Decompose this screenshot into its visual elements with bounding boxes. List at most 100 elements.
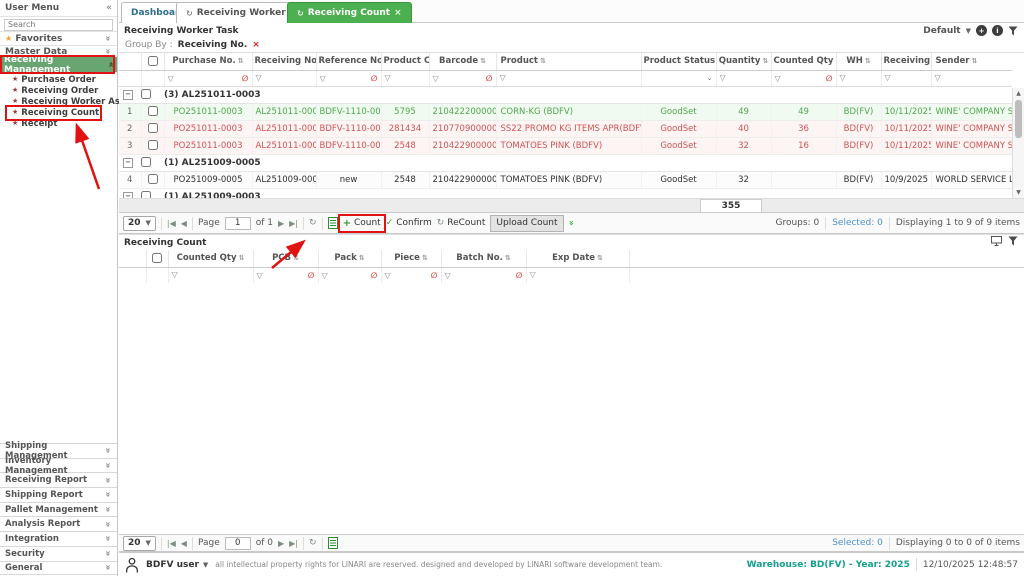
col-counted-qty[interactable]: Counted Qty <box>168 250 253 267</box>
collapse-group-icon[interactable]: − <box>123 158 133 168</box>
filter-funnel-icon[interactable] <box>322 271 328 280</box>
col-purchase-no[interactable]: Purchase No. <box>164 53 252 70</box>
refresh-icon[interactable] <box>186 9 193 18</box>
filter-funnel-icon[interactable] <box>840 73 846 82</box>
search-input[interactable] <box>4 19 113 31</box>
filter-funnel-icon[interactable] <box>720 73 726 82</box>
sidebar-item-receiving-management[interactable]: Receiving Management <box>0 57 117 72</box>
chevron-down-icon[interactable]: ▼ <box>966 27 971 35</box>
filter-funnel-icon[interactable] <box>320 74 326 83</box>
filter-funnel-icon[interactable] <box>172 270 178 279</box>
col-product[interactable]: Product <box>496 53 641 70</box>
col-product-status[interactable]: Product Status <box>641 53 716 70</box>
col-reference-no[interactable]: Reference No. (PO) <box>316 53 381 70</box>
page-size-select[interactable]: 20▼ <box>123 216 156 231</box>
col-counted-qty[interactable]: Counted Qty <box>771 53 836 70</box>
sidebar-item-receiving-order[interactable]: ★Receiving Order <box>0 85 117 96</box>
page-size-select[interactable]: 20▼ <box>123 536 156 551</box>
col-wh[interactable]: WH <box>836 53 881 70</box>
export-excel-icon[interactable] <box>328 537 338 549</box>
close-icon[interactable] <box>394 8 402 18</box>
select-all-checkbox[interactable] <box>152 253 162 263</box>
col-piece[interactable]: Piece <box>381 250 441 267</box>
next-page-button[interactable] <box>278 539 284 548</box>
upload-count-button[interactable]: Upload Count <box>490 215 563 232</box>
filter-funnel-icon[interactable] <box>385 73 391 82</box>
page-input[interactable] <box>225 217 251 230</box>
more-actions-icon[interactable] <box>566 220 576 226</box>
group-checkbox[interactable] <box>141 89 151 99</box>
refresh-button[interactable] <box>309 218 317 228</box>
filter-funnel-icon[interactable] <box>445 271 451 280</box>
clear-filter-icon[interactable] <box>516 271 523 280</box>
filter-funnel-icon[interactable] <box>500 73 506 82</box>
clear-filter-icon[interactable] <box>826 74 833 83</box>
sidebar-header[interactable]: User Menu <box>0 0 117 17</box>
clear-filter-icon[interactable] <box>431 271 438 280</box>
group-checkbox[interactable] <box>141 157 151 167</box>
col-barcode[interactable]: Barcode <box>429 53 496 70</box>
scrollbar-thumb[interactable] <box>1015 100 1022 138</box>
clear-filter-icon[interactable] <box>308 271 315 280</box>
add-circle-icon[interactable]: + <box>976 25 987 36</box>
sidebar-item-integration[interactable]: Integration <box>0 531 117 546</box>
export-excel-icon[interactable] <box>328 217 338 229</box>
filter-icon[interactable] <box>1008 236 1018 246</box>
filter-funnel-icon[interactable] <box>256 73 262 82</box>
collapse-sidebar-icon[interactable] <box>106 4 112 13</box>
clear-filter-icon[interactable] <box>242 74 249 83</box>
filter-funnel-icon[interactable] <box>530 270 536 279</box>
count-button[interactable]: +Count <box>343 218 381 229</box>
col-receiving-no[interactable]: Receiving No. <box>252 53 316 70</box>
row-checkbox[interactable] <box>148 106 158 116</box>
table-row[interactable]: 2 PO251011-0003 AL251011-0003 BDFV-1110-… <box>119 120 1012 137</box>
filter-funnel-icon[interactable] <box>385 271 391 280</box>
sidebar-item-analysis-report[interactable]: Analysis Report <box>0 516 117 531</box>
col-exp-date[interactable]: Exp Date <box>526 250 629 267</box>
refresh-button[interactable] <box>309 538 317 548</box>
sidebar-item-shipping-report[interactable]: Shipping Report <box>0 487 117 502</box>
sidebar-item-receiving-count[interactable]: ★Receiving Count <box>0 107 117 118</box>
clear-filter-icon[interactable] <box>371 271 378 280</box>
sidebar-item-general[interactable]: General <box>0 561 117 576</box>
scroll-up-icon[interactable]: ▲ <box>1013 90 1024 97</box>
sidebar-item-security[interactable]: Security <box>0 546 117 561</box>
last-page-button[interactable] <box>289 219 298 228</box>
col-product-code[interactable]: Product Code <box>381 53 429 70</box>
col-quantity[interactable]: Quantity <box>716 53 771 70</box>
filter-funnel-icon[interactable] <box>257 271 263 280</box>
page-input[interactable] <box>225 537 251 550</box>
next-page-button[interactable] <box>278 219 284 228</box>
status-filter-select[interactable]: ⌄ <box>707 74 713 82</box>
remove-group-by-icon[interactable] <box>252 40 260 50</box>
info-icon[interactable]: i <box>992 25 1003 36</box>
filter-funnel-icon[interactable] <box>935 73 941 82</box>
view-selector[interactable]: Default <box>923 26 960 36</box>
col-pack[interactable]: Pack <box>318 250 381 267</box>
prev-page-button[interactable] <box>181 539 187 548</box>
monitor-icon[interactable] <box>991 236 1002 246</box>
clear-filter-icon[interactable] <box>371 74 378 83</box>
last-page-button[interactable] <box>289 539 298 548</box>
vertical-scrollbar[interactable]: ▲ ▼ <box>1012 88 1024 198</box>
row-checkbox[interactable] <box>148 140 158 150</box>
col-sender[interactable]: Sender <box>931 53 1012 70</box>
confirm-button[interactable]: Confirm <box>386 218 432 228</box>
first-page-button[interactable] <box>167 219 176 228</box>
filter-funnel-icon[interactable] <box>168 74 174 83</box>
row-checkbox[interactable] <box>148 174 158 184</box>
scroll-down-icon[interactable]: ▼ <box>1013 189 1024 196</box>
tab-receiving-count[interactable]: Receiving Count <box>287 2 412 23</box>
sidebar-item-inventory-management[interactable]: Inventory Management <box>0 458 117 473</box>
sidebar-item-receipt[interactable]: ★Receipt <box>0 118 117 129</box>
refresh-icon[interactable] <box>297 9 304 18</box>
table-row[interactable]: 1 PO251011-0003 AL251011-0003 BDFV-1110-… <box>119 103 1012 120</box>
sidebar-item-pallet-management[interactable]: Pallet Management <box>0 502 117 517</box>
first-page-button[interactable] <box>167 539 176 548</box>
row-checkbox[interactable] <box>148 123 158 133</box>
sidebar-item-favorites[interactable]: ★ Favorites <box>0 31 117 45</box>
clear-filter-icon[interactable] <box>486 74 493 83</box>
select-all-checkbox[interactable] <box>148 56 158 66</box>
filter-funnel-icon[interactable] <box>433 74 439 83</box>
user-menu-button[interactable]: BDFV user▼ <box>146 560 208 570</box>
